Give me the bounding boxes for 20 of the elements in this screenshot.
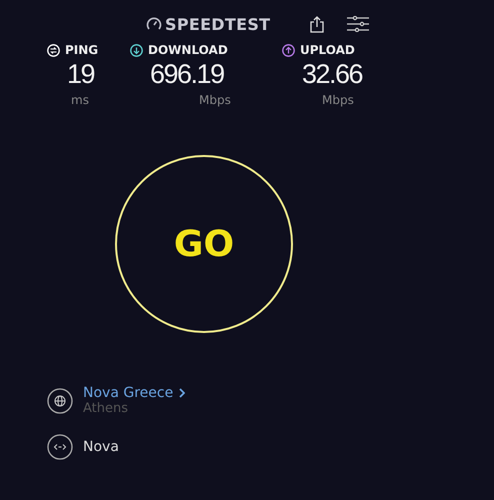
metric-label: DOWNLOAD xyxy=(148,43,228,57)
metric-unit: Mbps xyxy=(199,93,232,107)
gauge-icon xyxy=(146,16,162,32)
metric-value: 696.19 xyxy=(150,58,224,91)
network-icon xyxy=(47,434,73,460)
share-icon[interactable] xyxy=(310,16,324,32)
app-logo: SPEEDTEST xyxy=(165,14,270,34)
server-name[interactable]: Nova Greece xyxy=(83,385,174,401)
server-city: Athens xyxy=(83,401,130,416)
metric-value: 32.66 xyxy=(302,58,362,91)
metric-value: 19 xyxy=(67,58,94,91)
metric-unit: Mbps xyxy=(322,93,355,107)
chevron-icon xyxy=(179,388,186,398)
metric-label: PING xyxy=(65,43,98,57)
globe-icon xyxy=(47,388,73,414)
metric-label: UPLOAD xyxy=(300,43,355,57)
provider-name: Nova xyxy=(83,439,119,455)
metric-unit: ms xyxy=(71,93,90,107)
go-button[interactable]: GO xyxy=(115,155,293,333)
settings-icon[interactable] xyxy=(347,16,370,32)
